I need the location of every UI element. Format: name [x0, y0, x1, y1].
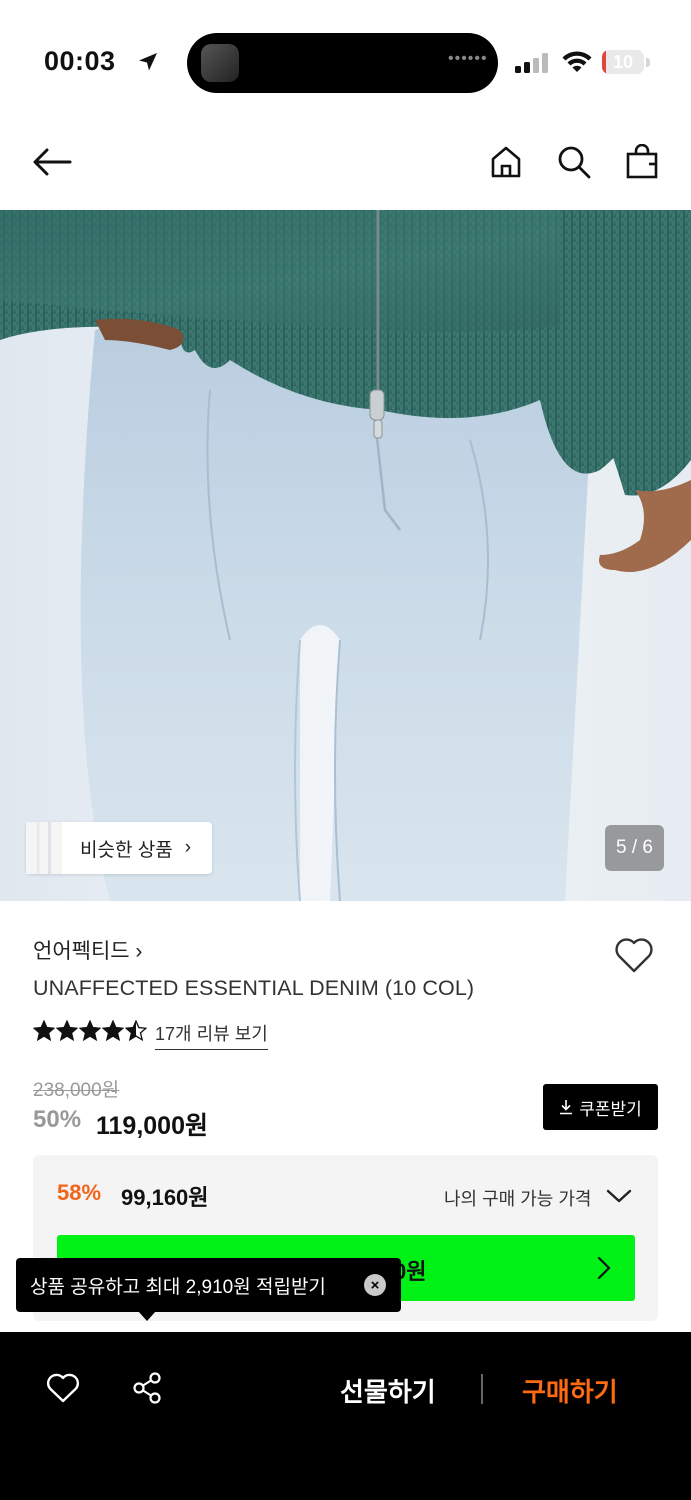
battery-percent: 10 — [612, 52, 634, 72]
island-dots: •••••• — [448, 50, 488, 67]
chevron-right-icon: › — [184, 837, 192, 858]
member-price: 99,160원 — [121, 1185, 209, 1210]
home-icon — [491, 146, 521, 178]
share-button[interactable] — [124, 1366, 170, 1410]
bottom-divider — [481, 1374, 483, 1404]
signal-icon — [515, 53, 548, 73]
close-icon[interactable]: × — [364, 1274, 386, 1296]
similar-products-label: 비슷한 상품 — [80, 839, 173, 861]
similar-products-thumbnail — [26, 822, 62, 874]
status-time: 00:03 — [44, 46, 116, 76]
gift-button[interactable]: 선물하기 — [340, 1372, 436, 1409]
heart-icon — [615, 938, 653, 973]
tooltip-text: 상품 공유하고 최대 2,910원 적립받기 — [30, 1276, 326, 1298]
back-arrow-icon — [33, 148, 72, 176]
coupon-label: 쿠폰받기 — [579, 1099, 642, 1119]
wifi-icon — [562, 51, 592, 72]
tooltip-tail — [138, 1311, 156, 1321]
bottom-action-bar — [0, 1332, 691, 1500]
battery-tip — [646, 58, 650, 67]
original-price: 238,000원 — [33, 1080, 120, 1101]
share-icon — [133, 1372, 161, 1404]
home-button[interactable] — [484, 140, 528, 184]
search-button[interactable] — [552, 140, 596, 184]
wishlist-button[interactable] — [610, 932, 658, 978]
share-reward-tooltip: 상품 공유하고 최대 2,910원 적립받기 × — [16, 1258, 401, 1312]
sale-price: 119,000원 — [96, 1112, 208, 1140]
star-icon — [79, 1020, 101, 1042]
brand-link[interactable]: 언어펙티드 › — [33, 935, 142, 965]
discount-rate: 50% — [33, 1106, 82, 1133]
buy-button[interactable]: 구매하기 — [522, 1372, 618, 1409]
shopping-bag-icon — [626, 144, 658, 179]
coupon-button[interactable]: 쿠폰받기 — [543, 1084, 658, 1130]
star-icon — [33, 1020, 55, 1042]
image-pager: 5 / 6 — [605, 825, 664, 871]
product-photo-illustration — [0, 210, 691, 901]
member-discount-rate: 58% — [57, 1180, 102, 1205]
bottom-wishlist-button[interactable] — [40, 1366, 86, 1410]
star-icon — [125, 1020, 147, 1042]
now-playing-thumbnail — [201, 44, 239, 82]
similar-products-button[interactable]: 비슷한 상품 › — [26, 822, 212, 874]
product-photo[interactable] — [0, 210, 691, 901]
star-icon — [102, 1020, 124, 1042]
search-icon — [558, 146, 591, 179]
back-button[interactable] — [28, 140, 76, 184]
download-icon — [560, 1100, 573, 1115]
location-arrow-icon — [139, 53, 157, 71]
chevron-right-icon — [597, 1256, 611, 1280]
battery-icon: 10 — [602, 50, 644, 74]
product-title: UNAFFECTED ESSENTIAL DENIM (10 COL) — [33, 976, 475, 1000]
shopping-bag-button[interactable] — [620, 140, 664, 184]
heart-icon — [46, 1373, 80, 1403]
my-price-toggle-label[interactable]: 나의 구매 가능 가격 — [444, 1185, 591, 1211]
star-rating — [33, 1020, 147, 1042]
star-icon — [56, 1020, 78, 1042]
chevron-down-icon[interactable] — [606, 1188, 632, 1204]
review-link[interactable]: 17개 리뷰 보기 — [155, 1020, 268, 1050]
